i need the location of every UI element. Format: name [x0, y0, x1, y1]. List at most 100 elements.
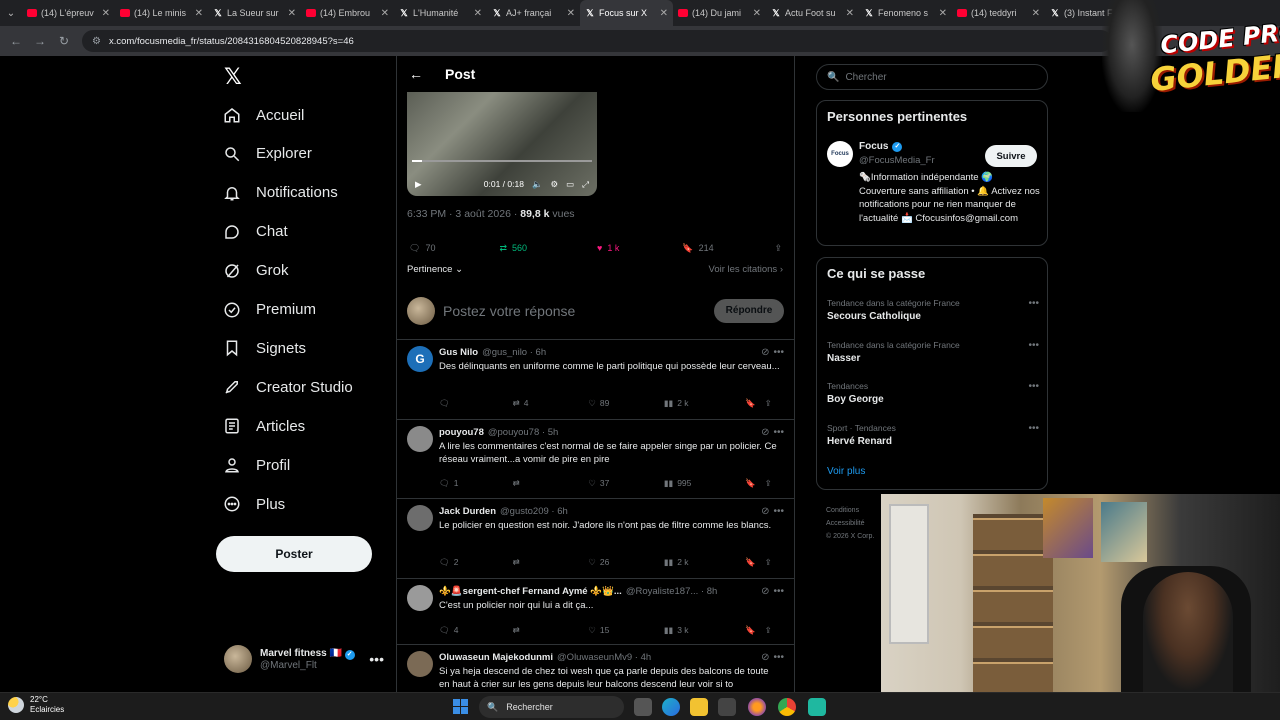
more-icon[interactable]: ••• — [773, 652, 784, 663]
reply-item[interactable]: Oluwaseun Majekodunmi @OluwaseunMv9 · 4h ⊘… — [397, 645, 794, 692]
bookmark-icon[interactable]: 🔖 — [745, 398, 764, 409]
taskbar-search[interactable]: 🔍 Rechercher — [479, 696, 624, 718]
reply-avatar[interactable]: G — [407, 346, 433, 372]
reply-author-handle[interactable]: @pouyou78 · 5h — [488, 427, 558, 438]
app-icon[interactable] — [808, 698, 826, 716]
fullscreen-icon[interactable]: ⤢ — [582, 179, 589, 190]
heart-action[interactable]: ♡ 37 — [588, 478, 664, 489]
trend-item[interactable]: Sport · Tendances Hervé Renard ••• — [827, 423, 1039, 447]
grok-icon[interactable]: ⊘ — [761, 506, 769, 517]
focus-avatar[interactable]: Focus — [827, 141, 853, 167]
reply-author-name[interactable]: Oluwaseun Majekodunmi — [439, 652, 553, 663]
tab-close-icon[interactable]: ✕ — [381, 8, 389, 19]
see-more-link[interactable]: Voir plus — [827, 466, 865, 477]
nav-item-explorer[interactable]: Explorer — [222, 139, 312, 169]
tab-close-icon[interactable]: ✕ — [474, 8, 482, 19]
more-icon[interactable]: ••• — [773, 586, 784, 597]
views-action[interactable]: ▮▮ 3 k — [664, 625, 745, 636]
reply-item[interactable]: Jack Durden @gusto209 · 6h ⊘ ••• Le policier… — [397, 499, 794, 579]
reply-author-handle[interactable]: @OluwaseunMv9 · 4h — [557, 652, 651, 663]
reply-avatar[interactable] — [407, 426, 433, 452]
bookmark-icon[interactable]: 🔖 — [745, 557, 764, 568]
task-view-icon[interactable] — [634, 698, 652, 716]
windows-start-icon[interactable] — [453, 699, 469, 715]
heart-action[interactable]: ♡ 26 — [588, 557, 664, 568]
forward-nav-icon[interactable]: → — [30, 31, 50, 51]
trend-item[interactable]: Tendances Boy George ••• — [827, 381, 1039, 405]
reply-author-handle[interactable]: @gus_nilo · 6h — [482, 347, 546, 358]
grok-icon[interactable]: ⊘ — [761, 347, 769, 358]
back-arrow-icon[interactable]: ← — [409, 66, 423, 82]
reply-avatar[interactable] — [407, 651, 433, 677]
reply-action[interactable]: 🗨 70 — [409, 243, 435, 254]
tab-close-icon[interactable]: ✕ — [660, 8, 668, 19]
reply-action[interactable]: 🗨 2 — [439, 557, 513, 568]
repost-action[interactable]: ⇄ — [513, 625, 589, 636]
nav-item-profil[interactable]: Profil — [222, 450, 290, 480]
like-action[interactable]: ♥ 1 k — [597, 243, 619, 253]
trend-item[interactable]: Tendance dans la catégorie France Nasser •… — [827, 340, 1039, 364]
reply-action[interactable]: 🗨 1 — [439, 478, 513, 489]
browser-tab[interactable]: (14) Du jami ✕ — [673, 0, 766, 26]
captions-icon[interactable]: ▭ — [566, 179, 574, 190]
trend-more-icon[interactable]: ••• — [1028, 423, 1039, 434]
grok-icon[interactable]: ⊘ — [761, 427, 769, 438]
reply-item[interactable]: G Gus Nilo @gus_nilo · 6h ⊘ ••• Des délinquan… — [397, 340, 794, 420]
bookmark-action[interactable]: 🔖 214 — [682, 243, 713, 254]
nav-item-signets[interactable]: Signets — [222, 333, 306, 363]
url-input[interactable]: ⚙ x.com/focusmedia_fr/status/20843168045… — [82, 30, 1112, 52]
trend-more-icon[interactable]: ••• — [1028, 298, 1039, 309]
heart-action[interactable]: ♡ 89 — [588, 398, 664, 409]
file-explorer-icon[interactable] — [690, 698, 708, 716]
tab-close-icon[interactable]: ✕ — [1032, 8, 1040, 19]
browser-tab[interactable]: 𝕏 Actu Foot su ✕ — [766, 0, 859, 26]
reply-author-handle[interactable]: @gusto209 · 6h — [500, 506, 568, 517]
browser-tab[interactable]: 𝕏 AJ+ françai ✕ — [487, 0, 580, 26]
browser-tab[interactable]: 𝕏 L'Humanité ✕ — [394, 0, 487, 26]
browser-tab[interactable]: (14) Embrou ✕ — [301, 0, 394, 26]
trend-more-icon[interactable]: ••• — [1028, 340, 1039, 351]
browser-tab[interactable]: (14) Le minis ✕ — [115, 0, 208, 26]
reply-button[interactable]: Répondre — [714, 298, 784, 323]
video-player[interactable]: ▶ 0:01 / 0:18 🔈 ⚙ ▭ ⤢ — [407, 92, 597, 196]
reply-author-name[interactable]: ⚜️🚨sergent-chef Fernand Aymé ⚜️👑... — [439, 586, 622, 597]
browser-tab[interactable]: 𝕏 Fenomeno s ✕ — [859, 0, 952, 26]
tab-close-icon[interactable]: ✕ — [567, 8, 575, 19]
nav-item-accueil[interactable]: Accueil — [222, 100, 304, 130]
repost-action[interactable]: ⇄ 560 — [499, 243, 527, 254]
site-info-icon[interactable]: ⚙ — [92, 36, 101, 47]
browser-tab[interactable]: (14) L'épreuv ✕ — [22, 0, 115, 26]
volume-icon[interactable]: 🔈 — [532, 179, 543, 190]
tab-close-icon[interactable]: ✕ — [753, 8, 761, 19]
tab-close-icon[interactable]: ✕ — [288, 8, 296, 19]
bookmark-icon[interactable]: 🔖 — [745, 625, 764, 636]
weather-widget[interactable]: 22°C Eclaircies — [8, 695, 64, 715]
share-icon[interactable]: ⇪ — [765, 398, 784, 409]
store-icon[interactable] — [718, 698, 736, 716]
browser-tab[interactable]: 𝕏 La Sueur sur ✕ — [208, 0, 301, 26]
tab-search-icon[interactable]: ⌄ — [0, 0, 22, 26]
tab-close-icon[interactable]: ✕ — [846, 8, 854, 19]
video-scrubber[interactable] — [412, 160, 592, 162]
x-logo-icon[interactable]: 𝕏 — [224, 65, 242, 90]
nav-item-premium[interactable]: Premium — [222, 295, 316, 325]
trend-more-icon[interactable]: ••• — [1028, 381, 1039, 392]
nav-item-notifications[interactable]: Notifications — [222, 178, 338, 208]
post-button[interactable]: Poster — [216, 536, 372, 572]
share-icon[interactable]: ⇪ — [765, 625, 784, 636]
reply-avatar[interactable] — [407, 505, 433, 531]
browser-tab[interactable]: 𝕏 Focus sur X ✕ — [580, 0, 673, 26]
play-icon[interactable]: ▶ — [415, 179, 422, 190]
reply-item[interactable]: ⚜️🚨sergent-chef Fernand Aymé ⚜️👑... @Roya… — [397, 579, 794, 645]
reply-author-name[interactable]: Gus Nilo — [439, 347, 478, 358]
sort-dropdown[interactable]: Pertinence ⌄ — [407, 264, 463, 275]
firefox-icon[interactable] — [748, 698, 766, 716]
reply-action[interactable]: 🗨 — [439, 398, 513, 409]
search-input[interactable]: 🔍 Chercher — [816, 64, 1048, 90]
post-timestamp[interactable]: 6:33 PM · 3 août 2026 · — [407, 208, 520, 220]
views-action[interactable]: ▮▮ 2 k — [664, 557, 745, 568]
reply-input[interactable]: Postez votre réponse — [443, 303, 706, 319]
back-nav-icon[interactable]: ← — [6, 31, 26, 51]
quotes-link[interactable]: Voir les citations › — [709, 264, 783, 275]
more-icon[interactable]: ••• — [773, 427, 784, 438]
